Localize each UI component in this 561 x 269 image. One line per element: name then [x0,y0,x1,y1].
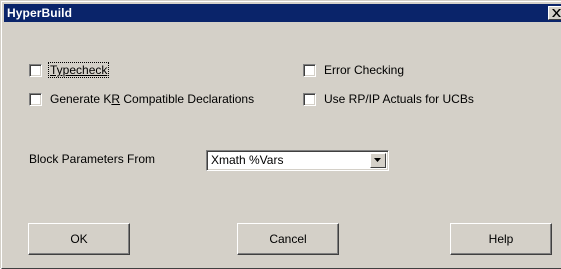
typecheck-label: Typecheck [47,62,110,78]
title-bar[interactable]: HyperBuild [4,4,561,22]
dropdown-button[interactable] [370,153,386,168]
kr-label-mnemonic: R [111,92,121,106]
kr-compatible-option[interactable]: Generate KR Compatible Declarations [29,91,254,107]
window-title: HyperBuild [7,6,73,20]
close-icon [552,9,561,17]
typecheck-option[interactable]: Typecheck [29,62,110,78]
cancel-button[interactable]: Cancel [237,223,339,255]
error-checking-checkbox[interactable] [303,63,316,77]
typecheck-checkbox[interactable] [29,63,42,77]
typecheck-label-text: Typecheck [50,63,108,77]
rp-ip-actuals-checkbox[interactable] [303,92,316,106]
ok-button[interactable]: OK [28,223,130,255]
error-checking-option[interactable]: Error Checking [303,62,404,78]
block-parameters-value: Xmath %Vars [211,153,284,167]
hyperbuild-dialog: HyperBuild Typecheck Generate KR Compati… [0,0,561,269]
kr-compatible-label: Generate KR Compatible Declarations [50,92,254,106]
kr-compatible-checkbox[interactable] [29,92,42,106]
block-parameters-select[interactable]: Xmath %Vars [206,150,389,171]
error-checking-label: Error Checking [324,63,405,77]
block-parameters-label: Block Parameters From [29,152,156,166]
chevron-down-icon [374,158,381,162]
rp-ip-actuals-option[interactable]: Use RP/IP Actuals for UCBs [303,91,474,107]
rp-ip-actuals-label: Use RP/IP Actuals for UCBs [324,92,474,106]
kr-label-pre: Generate K [50,92,112,106]
close-button[interactable] [548,6,561,20]
help-button[interactable]: Help [450,223,552,255]
kr-label-post: Compatible Declarations [120,92,255,106]
